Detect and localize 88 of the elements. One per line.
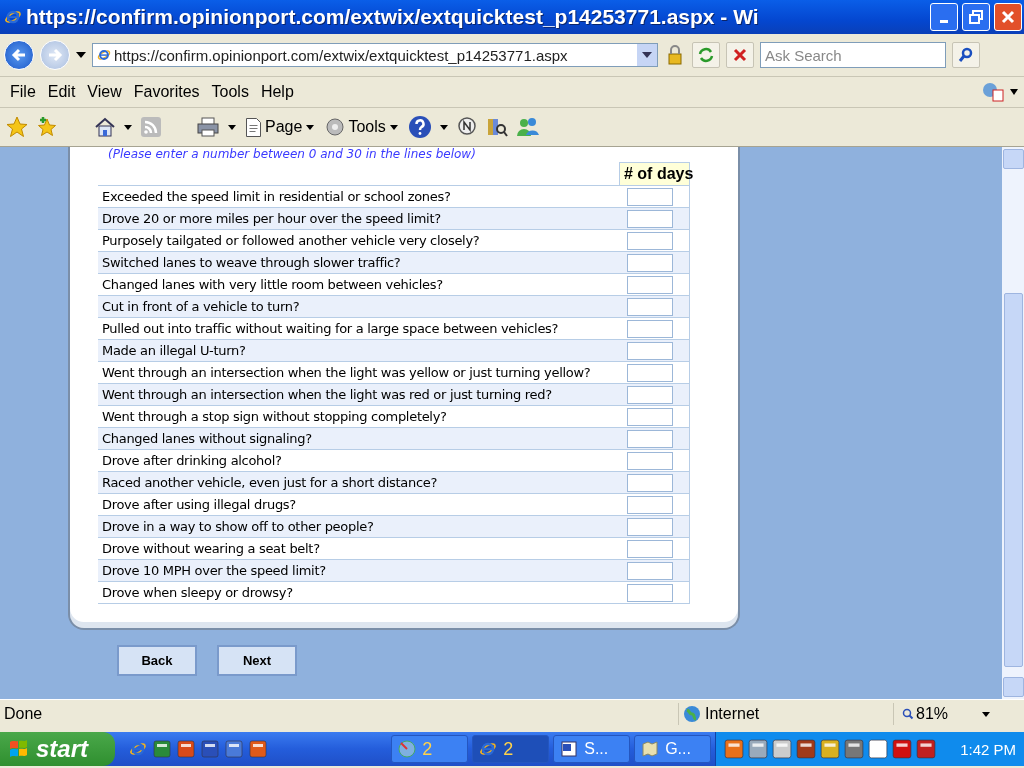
minimize-button[interactable]	[930, 3, 958, 31]
days-input-field[interactable]	[627, 385, 673, 404]
instruction-text: (Please enter a number between 0 and 30 in the lines below)	[108, 147, 476, 161]
stop-button[interactable]	[726, 42, 754, 68]
globe-icon	[683, 705, 701, 723]
close-icon	[1001, 10, 1015, 24]
search-icon	[958, 47, 974, 63]
question-text: Drove without wearing a seat belt?	[101, 541, 321, 556]
scrollbar[interactable]	[1002, 147, 1024, 699]
zone-text: Internet	[705, 705, 760, 723]
address-field[interactable]: https://confirm.opinionport.com/extwix/extquicktest_p14253771.aspx	[92, 43, 658, 67]
restore-button[interactable]	[962, 3, 990, 31]
question-text: Changed lanes without signaling?	[101, 431, 313, 446]
zoom-control[interactable]: 81%	[894, 705, 991, 723]
question-text: Went through a stop sign without stopping completely?	[101, 409, 448, 424]
browser-e-icon	[4, 8, 22, 26]
question-text: Purposely tailgated or followed another vehicle very closely?	[101, 233, 481, 248]
cross-icon	[733, 48, 747, 62]
nav-button[interactable]: Back	[117, 645, 197, 676]
minimize-icon	[940, 19, 948, 23]
dropdown-button[interactable]	[637, 44, 657, 66]
taskbar-button[interactable]: G...	[634, 735, 712, 763]
close-button[interactable]	[994, 3, 1022, 31]
home-icon[interactable]	[94, 117, 116, 137]
page-e-icon	[97, 48, 111, 62]
question-text: Raced another vehicle, even just for a short distance?	[101, 475, 439, 490]
window-title: https://confirm.opinionport.com/extwix/extquicktest_p14253771.aspx - Wi	[26, 5, 760, 29]
menu-item[interactable]: Edit	[41, 81, 82, 103]
question-text: Changed lanes with very little room between vehicles?	[101, 277, 444, 292]
days-input-field[interactable]	[627, 209, 673, 228]
globe-icon	[398, 740, 417, 758]
translate-icon[interactable]	[982, 82, 1006, 102]
days-input-field[interactable]	[627, 253, 673, 272]
menu-item[interactable]: Help	[254, 81, 300, 103]
printer-icon[interactable]	[196, 117, 220, 137]
question-text: Drove when sleepy or drowsy?	[101, 585, 294, 600]
question-text: Pulled out into traffic without waiting for a large space between vehicles?	[101, 321, 560, 336]
toolbar-menu-button[interactable]: Tools	[324, 116, 400, 138]
browser-e-icon	[479, 740, 498, 758]
days-input-field[interactable]	[627, 561, 673, 580]
search-button[interactable]	[952, 42, 980, 68]
left-arrow-icon	[11, 47, 27, 63]
days-input-field[interactable]	[627, 429, 673, 448]
add-star-icon[interactable]	[36, 116, 58, 138]
magnifier-icon	[902, 708, 914, 720]
map-icon	[641, 740, 660, 758]
menu-item[interactable]: View	[81, 81, 128, 103]
days-input-field[interactable]	[627, 473, 673, 492]
people-icon[interactable]	[515, 116, 540, 138]
days-input-field[interactable]	[627, 341, 673, 360]
restore-icon	[969, 10, 983, 24]
question-text: Drove after using illegal drugs?	[101, 497, 297, 512]
menu-item[interactable]: Tools	[205, 81, 255, 103]
question-text: Drove after drinking alcohol?	[101, 453, 283, 468]
gear-icon	[326, 118, 345, 136]
status-text: Done	[3, 705, 44, 723]
question-text: Went through an intersection when the light was red or just turning red?	[101, 387, 553, 402]
taskbar-button[interactable]: 2	[472, 735, 550, 763]
menu-item[interactable]: File	[4, 81, 42, 103]
start-button[interactable]: start	[0, 732, 116, 766]
days-input-field[interactable]	[627, 517, 673, 536]
windows-flag-icon	[8, 739, 30, 759]
question-text: Cut in front of a vehicle to turn?	[101, 299, 301, 314]
taskbar-button[interactable]: S...	[553, 735, 631, 763]
browser-e-icon	[129, 740, 148, 758]
question-text: Drove in a way to show off to other people?	[101, 519, 375, 534]
page-icon	[246, 117, 261, 137]
question-text: Switched lanes to weave through slower traffic?	[101, 255, 402, 270]
question-text: Drove 10 MPH over the speed limit?	[101, 563, 327, 578]
question-text: Went through an intersection when the light was yellow or just turning yellow?	[101, 365, 592, 380]
question-text: Made an illegal U-turn?	[101, 343, 247, 358]
question-text: Exceeded the speed limit in residential or school zones?	[101, 189, 452, 204]
search-field[interactable]: Ask Search	[760, 42, 946, 68]
caret-icon[interactable]	[76, 52, 86, 58]
research-icon[interactable]	[485, 116, 508, 138]
menu-item[interactable]: Favorites	[127, 81, 206, 103]
right-arrow-icon	[47, 47, 63, 63]
refresh-icon	[697, 46, 715, 64]
back-arrow-button[interactable]	[4, 40, 34, 70]
question-text: Drove 20 or more miles per hour over the speed limit?	[101, 211, 442, 226]
star-icon[interactable]	[6, 116, 28, 138]
caret-icon	[642, 52, 652, 58]
refresh-button[interactable]	[692, 42, 720, 68]
days-input-field[interactable]	[627, 297, 673, 316]
toolbar-menu-button[interactable]: Page	[244, 115, 317, 139]
clock: 1:42 PM	[959, 740, 1016, 758]
nav-button[interactable]: Next	[217, 645, 297, 676]
help-icon[interactable]	[407, 115, 432, 139]
